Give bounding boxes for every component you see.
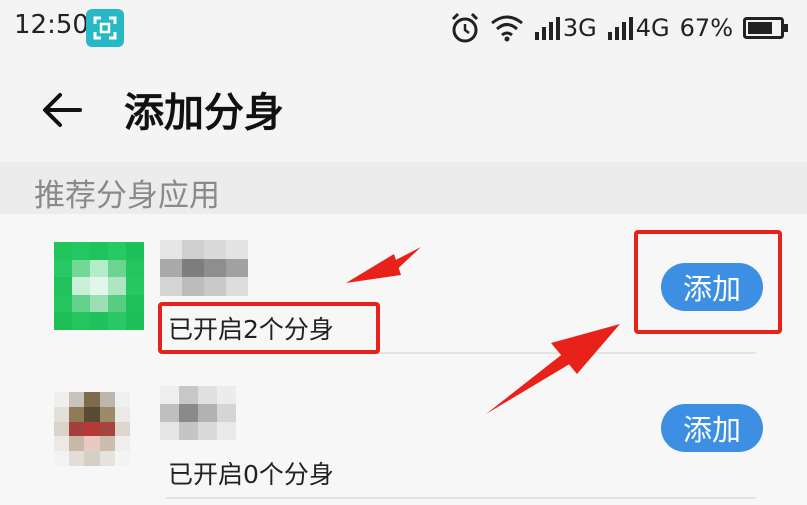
- row-divider: [166, 497, 756, 499]
- back-arrow-icon[interactable]: [40, 88, 84, 132]
- signal-4g: 4G: [607, 14, 670, 42]
- app-name-pixelated: [160, 386, 236, 440]
- app-name-pixelated: [160, 240, 248, 296]
- status-highlight-box: [158, 302, 380, 354]
- page-title: 添加分身: [124, 90, 284, 136]
- status-icons: 3G 4G 67%: [450, 8, 789, 48]
- wifi-icon: [490, 14, 524, 42]
- scan-icon: [86, 9, 124, 47]
- alarm-icon: [450, 12, 480, 44]
- battery-icon: [743, 16, 789, 40]
- app-clone-status: 已开启0个分身: [168, 460, 334, 489]
- battery-percent: 67%: [679, 14, 733, 42]
- network-3g-label: 3G: [562, 14, 597, 42]
- signal-icon: [607, 17, 633, 40]
- network-4g-label: 4G: [635, 14, 670, 42]
- signal-3g: 3G: [534, 14, 597, 42]
- signal-icon: [534, 17, 560, 40]
- app-icon-pixelated: [54, 392, 130, 466]
- section-label: 推荐分身应用: [34, 178, 220, 214]
- add-clone-button[interactable]: 添加: [661, 404, 763, 452]
- status-time: 12:50: [14, 10, 89, 40]
- button-highlight-box: [634, 230, 782, 334]
- app-icon-pixelated: [54, 242, 144, 330]
